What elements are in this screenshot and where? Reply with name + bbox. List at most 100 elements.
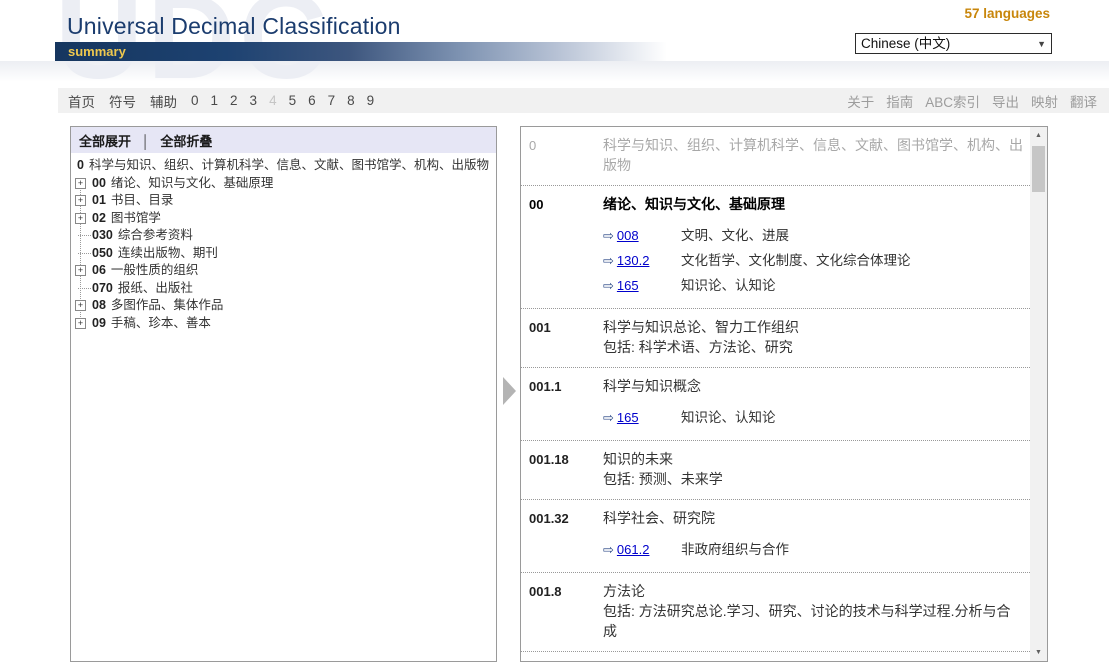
reference-link[interactable]: 130.2 [617,253,650,268]
tree-item-0[interactable]: 0 科学与知识、组织、计算机科学、信息、文献、图书馆学、机构、出版物 [75,157,490,175]
nav-item-class-5[interactable]: 5 [289,93,297,108]
tree-item-text: 09 手稿、珍本、善本 [92,315,211,333]
reference-link[interactable]: 061.2 [617,542,650,557]
tree-item-050[interactable]: 050 连续出版物、期刊 [75,245,490,263]
reference-row: ⇨ 165 知识论、认知论 [603,405,1024,430]
entry-row-001: 001 科学与知识总论、智力工作组织 包括: 科学术语、方法论、研究 [521,309,1030,368]
tree-expand-icon[interactable]: + [75,300,86,312]
entry-code: 00 [529,197,544,212]
tree-item-030[interactable]: 030 综合参考资料 [75,227,490,245]
tree-list: 0 科学与知识、组织、计算机科学、信息、文献、图书馆学、机构、出版物 +00 绪论、知… [71,153,496,332]
reference: ⇨ 130.2 [603,250,681,271]
nav-item-about[interactable]: 关于 [847,91,874,111]
tree-item-text: 070 报纸、出版社 [92,280,193,298]
nav-item-class-3[interactable]: 3 [250,93,258,108]
collapse-all-link[interactable]: 全部折叠 [160,134,212,149]
nav-item-auxiliary[interactable]: 辅助 [150,91,177,111]
nav-item-class-1[interactable]: 1 [211,93,219,108]
scroll-down-arrow-icon[interactable]: ▼ [1030,645,1047,660]
reference-label: 文明、文化、进展 [681,228,789,243]
nav-item-symbols[interactable]: 符号 [109,91,136,111]
nav-item-class-0[interactable]: 0 [191,93,199,108]
tree-item-label: 书目、目录 [110,193,174,207]
entry-title: 科学与知识概念 [603,378,701,394]
reference-link[interactable]: 165 [617,278,639,293]
reference-label: 知识论、认知论 [681,278,776,293]
tree-expand-icon[interactable]: + [75,317,86,329]
tree-item-070[interactable]: 070 报纸、出版社 [75,280,490,298]
tree-icon-col [75,280,92,298]
nav-item-guide[interactable]: 指南 [886,91,913,111]
language-select-value: Chinese (中文) [861,36,951,51]
tree-item-09[interactable]: +09 手稿、珍本、善本 [75,315,490,333]
reference-row: ⇨ 130.2 文化哲学、文化制度、文化综合体理论 [603,248,1024,273]
nav-item-mapping[interactable]: 映射 [1031,91,1058,111]
nav-item-class-9[interactable]: 9 [367,93,375,108]
header: UDC Universal Decimal Classification sum… [0,0,1109,88]
nav-item-class-8[interactable]: 8 [347,93,355,108]
tree-panel-header: 全部展开 │ 全部折叠 [71,127,496,153]
nav-item-export[interactable]: 导出 [992,91,1019,111]
entry-including: 包括: 预测、未来学 [603,471,723,487]
nav-item-class-2[interactable]: 2 [230,93,238,108]
tree-item-code: 08 [92,298,106,312]
tree-item-code: 09 [92,315,106,330]
reference-link[interactable]: 165 [617,410,639,425]
entry-title: 科学与知识、组织、计算机科学、信息、文献、图书馆学、机构、出版物 [603,137,1023,173]
nav-item-abc-index[interactable]: ABC索引 [925,91,980,111]
tree-item-label: 综合参考资料 [117,228,193,242]
tree-item-08[interactable]: +08 多图作品、集体作品 [75,297,490,315]
tree-expand-icon[interactable]: + [75,195,86,207]
entry-row-0: 0 科学与知识、组织、计算机科学、信息、文献、图书馆学、机构、出版物 [521,127,1030,186]
languages-link[interactable]: 57 languages [964,6,1050,21]
entry-row-001.32: 001.32 科学社会、研究院 ⇨ 061.2 非政府组织与合作 [521,500,1030,573]
tree-expand-icon[interactable]: + [75,177,86,189]
reference-link[interactable]: 008 [617,228,639,243]
entry-body: 科学与知识、组织、计算机科学、信息、文献、图书馆学、机构、出版物 [603,135,1024,175]
entry-row-001.89: 001.89科学与科学工作的组织⇨007活动与组织、通信与控制理论（控制论）、人… [521,652,1030,661]
tree-item-02[interactable]: +02 图书馆学 [75,210,490,228]
page: UDC Universal Decimal Classification sum… [0,0,1109,662]
reference-arrow-icon: ⇨ [603,410,614,425]
collapse-panel-arrow-icon[interactable] [503,377,516,405]
tree-icon-col: + [75,192,92,210]
summary-tab-label: summary [68,44,126,59]
tree-icon-col: + [75,210,92,228]
nav-item-translation[interactable]: 翻译 [1070,91,1097,111]
entry-row-00: 00 绪论、知识与文化、基础原理 ⇨ 008 文明、文化、进展 ⇨ 130.2 文化哲学、文化… [521,186,1030,309]
language-select[interactable]: Chinese (中文) ▼ [855,33,1052,54]
reference: ⇨ 165 [603,407,681,428]
tree-item-text: 08 多图作品、集体作品 [92,297,223,315]
tree-item-00[interactable]: +00 绪论、知识与文化、基础原理 [75,175,490,193]
tree-expand-icon[interactable]: + [75,265,86,277]
tree-item-01[interactable]: +01 书目、目录 [75,192,490,210]
entry-title: 方法论 [603,583,645,599]
tree-item-label: 一般性质的组织 [110,263,199,277]
entry-title: 科学与知识总论、智力工作组织 [603,319,799,335]
scroll-thumb[interactable] [1032,146,1045,192]
tree-item-text: 01 书目、目录 [92,192,173,210]
main-nav: 首页 符号 辅助 0 1 2 3 4 5 6 7 8 9 关于 指南 ABC索引 导出 映射 翻译 [58,88,1109,113]
scrollbar[interactable]: ▲ ▼ [1030,127,1047,661]
scroll-up-arrow-icon[interactable]: ▲ [1030,128,1047,143]
entry-row-001.8: 001.8 方法论 包括: 方法研究总论.学习、研究、讨论的技术与科学过程.分析与合… [521,573,1030,652]
expand-all-link[interactable]: 全部展开 [79,134,131,149]
reference-label: 非政府组织与合作 [681,542,789,557]
nav-item-class-4: 4 [269,93,277,108]
nav-item-class-7[interactable]: 7 [328,93,336,108]
tree-item-code: 070 [92,280,113,295]
main-content: 全部展开 │ 全部折叠 0 科学与知识、组织、计算机科学、信息、文献、图书馆学、机… [70,126,1109,662]
entry-links: ⇨ 061.2 非政府组织与合作 [603,537,1024,562]
reference-arrow-icon: ⇨ [603,253,614,268]
tree-item-06[interactable]: +06 一般性质的组织 [75,262,490,280]
tree-icon-col [75,245,92,263]
summary-tab: summary [55,42,667,61]
reference-arrow-icon: ⇨ [603,278,614,293]
tree-item-text: 06 一般性质的组织 [92,262,198,280]
nav-item-class-6[interactable]: 6 [308,93,316,108]
entry-links: ⇨ 008 文明、文化、进展 ⇨ 130.2 文化哲学、文化制度、文化综合体理论 ⇨ 165 知… [603,223,1024,298]
entry-title: 知识的未来 [603,451,673,467]
entry-code: 001.1 [529,379,562,394]
tree-expand-icon[interactable]: + [75,212,86,224]
nav-item-home[interactable]: 首页 [68,91,95,111]
